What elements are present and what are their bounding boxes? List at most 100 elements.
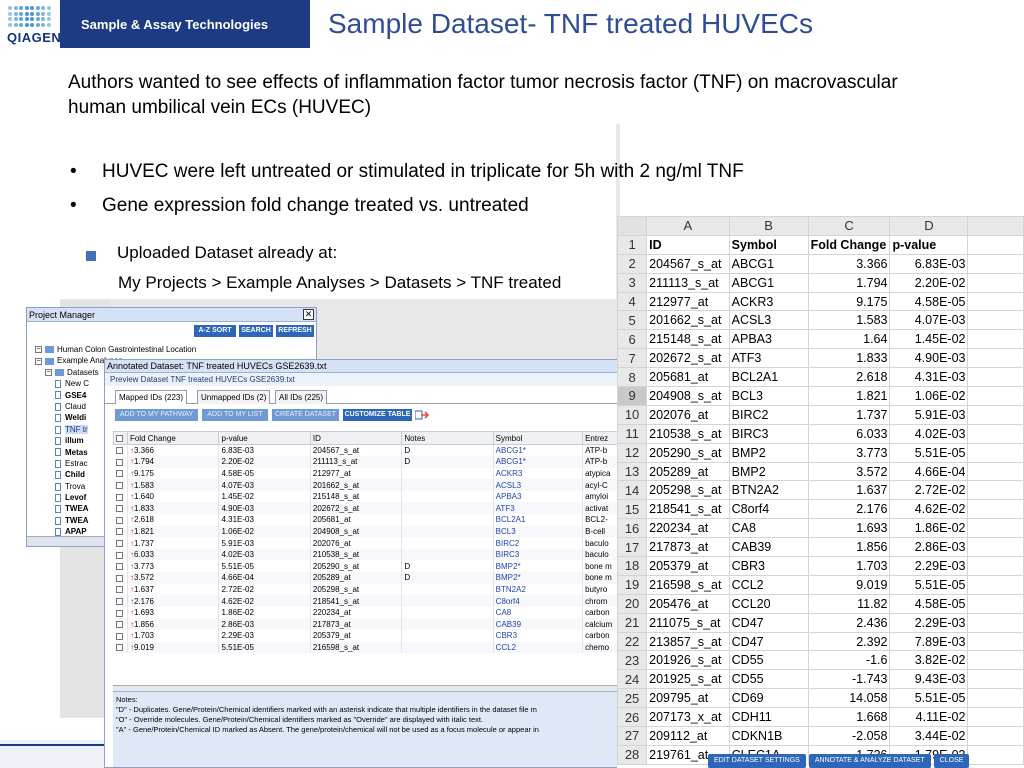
sheet-cell[interactable]: 1.86E-02 [889, 518, 969, 539]
sheet-cell[interactable]: 4.66E-04 [889, 461, 969, 482]
row-checkbox[interactable] [115, 644, 123, 652]
row-number[interactable]: 1 [617, 234, 648, 255]
sheet-cell[interactable]: 205681_at [646, 367, 730, 388]
sheet-cell[interactable]: 2.20E-02 [889, 272, 969, 293]
sheet-cell[interactable] [967, 461, 1024, 482]
sheet-cell[interactable]: 209795_at [646, 688, 730, 709]
symbol-link[interactable]: BIRC2 [493, 537, 584, 549]
sheet-cell[interactable]: 9.43E-03 [889, 669, 969, 690]
sheet-cell[interactable] [967, 537, 1024, 558]
sheet-cell[interactable]: BMP2 [728, 442, 809, 463]
sheet-cell[interactable] [967, 310, 1024, 331]
sheet-cell[interactable] [967, 329, 1024, 350]
sheet-cell[interactable] [967, 744, 1024, 765]
row-number[interactable]: 21 [617, 612, 648, 633]
table-row[interactable]: ↑1.703 2.29E-03 205379_at CBR3 carbon [113, 630, 623, 642]
row-number[interactable]: 4 [617, 291, 648, 312]
sheet-cell[interactable]: 201925_s_at [646, 669, 730, 690]
table-row[interactable]: ↑1.640 1.45E-02 215148_s_at APBA3 amyloi [113, 490, 623, 503]
select-all-corner[interactable] [617, 216, 648, 236]
column-letter[interactable]: D [889, 216, 969, 236]
edit-dataset-settings-button[interactable]: EDIT DATASET SETTINGS [708, 754, 806, 768]
row-number[interactable]: 8 [617, 367, 648, 388]
sheet-cell[interactable] [967, 574, 1024, 595]
sheet-cell[interactable]: -1.6 [807, 650, 891, 671]
row-number[interactable]: 3 [617, 272, 648, 293]
table-row[interactable]: ↑1.833 4.90E-03 202672_s_at ATF3 activat [113, 502, 623, 515]
sheet-cell[interactable]: 205298_s_at [646, 480, 730, 501]
row-number[interactable]: 12 [617, 442, 648, 463]
symbol-link[interactable]: CA8 [493, 606, 584, 619]
sheet-cell[interactable]: CBR3 [728, 556, 809, 576]
symbol-link[interactable]: CAB39 [493, 618, 584, 630]
sheet-cell[interactable]: 4.90E-03 [889, 348, 969, 369]
row-number[interactable]: 28 [617, 744, 648, 765]
row-number[interactable]: 17 [617, 537, 648, 558]
symbol-link[interactable]: CBR3 [493, 630, 584, 642]
sheet-cell[interactable] [967, 707, 1024, 728]
sheet-cell[interactable]: BIRC2 [728, 404, 809, 425]
collapse-icon[interactable]: − [35, 357, 42, 365]
column-letter[interactable]: C [807, 216, 891, 236]
row-checkbox[interactable] [115, 609, 123, 617]
sheet-cell[interactable]: 202672_s_at [646, 348, 730, 369]
sheet-cell[interactable]: 217873_at [646, 537, 730, 558]
sheet-cell[interactable]: -2.058 [807, 726, 891, 746]
sheet-cell[interactable]: CD47 [728, 612, 809, 633]
sheet-cell[interactable]: CD55 [728, 650, 809, 671]
table-row[interactable]: ↑9.019 5.51E-05 216598_s_at CCL2 chemo [113, 641, 623, 654]
table-row[interactable]: ↑1.637 2.72E-02 205298_s_at BTN2A2 butyro [113, 583, 623, 596]
sheet-cell[interactable]: 1.64 [807, 329, 891, 350]
sheet-cell[interactable]: 6.033 [807, 423, 891, 444]
collapse-icon[interactable]: − [35, 346, 42, 354]
sheet-cell[interactable]: -1.743 [807, 669, 891, 690]
sheet-cell[interactable] [967, 234, 1024, 255]
row-number[interactable]: 16 [617, 518, 648, 539]
sheet-cell[interactable]: 209112_at [646, 726, 730, 746]
sheet-cell[interactable]: 1.833 [807, 348, 891, 369]
symbol-link[interactable]: APBA3 [493, 490, 584, 503]
sheet-cell[interactable]: 2.176 [807, 499, 891, 520]
sheet-cell[interactable]: 1.821 [807, 386, 891, 406]
table-row[interactable]: ↑3.366 6.83E-03 204567_s_at D ABCG1* ATP-b [113, 444, 623, 457]
row-number[interactable]: 26 [617, 707, 648, 728]
sheet-cell[interactable]: ACSL3 [728, 310, 809, 331]
row-number[interactable]: 25 [617, 688, 648, 709]
sheet-cell[interactable]: 205379_at [646, 556, 730, 576]
sheet-cell[interactable]: CD47 [728, 631, 809, 652]
row-checkbox[interactable] [115, 551, 123, 559]
add-to-my-pathway-button[interactable]: ADD TO MY PATHWAY [115, 409, 198, 421]
column-letter[interactable]: A [646, 216, 730, 236]
column-header[interactable]: Symbol [492, 431, 584, 445]
sheet-cell[interactable] [967, 348, 1024, 369]
sheet-cell[interactable]: 2.29E-03 [889, 612, 969, 633]
collapse-icon[interactable]: − [45, 369, 52, 377]
sheet-cell[interactable] [967, 442, 1024, 463]
sheet-cell[interactable]: 3.773 [807, 442, 891, 463]
sheet-cell[interactable]: 2.436 [807, 612, 891, 633]
row-checkbox[interactable] [115, 563, 123, 571]
sheet-cell[interactable]: 4.58E-05 [889, 593, 969, 614]
column-letter[interactable] [967, 216, 1024, 236]
row-checkbox[interactable] [115, 458, 123, 466]
sheet-cell[interactable]: 205290_s_at [646, 442, 730, 463]
close-button[interactable]: CLOSE [933, 754, 970, 768]
sheet-cell[interactable]: 3.366 [807, 253, 891, 274]
sheet-cell[interactable]: 201926_s_at [646, 650, 730, 671]
refresh-button[interactable]: REFRESH [276, 325, 314, 337]
sheet-cell[interactable] [967, 612, 1024, 633]
sheet-cell[interactable]: 204908_s_at [646, 386, 730, 406]
sheet-cell[interactable] [967, 593, 1024, 614]
sheet-cell[interactable]: CCL20 [728, 593, 809, 614]
sheet-cell[interactable]: ABCG1 [728, 253, 809, 274]
row-checkbox[interactable] [115, 539, 123, 547]
sheet-cell[interactable]: 5.91E-03 [889, 404, 969, 425]
sheet-cell[interactable]: 9.019 [807, 574, 891, 595]
sheet-cell[interactable]: 2.29E-03 [889, 556, 969, 576]
sheet-cell[interactable]: 211075_s_at [646, 612, 730, 633]
sheet-cell[interactable]: 1.693 [807, 518, 891, 539]
sheet-cell[interactable] [967, 386, 1024, 406]
table-row[interactable]: ↑1.693 1.86E-02 220234_at CA8 carbon [113, 606, 623, 619]
sheet-cell[interactable]: 14.058 [807, 688, 891, 709]
sheet-cell[interactable]: 1.856 [807, 537, 891, 558]
